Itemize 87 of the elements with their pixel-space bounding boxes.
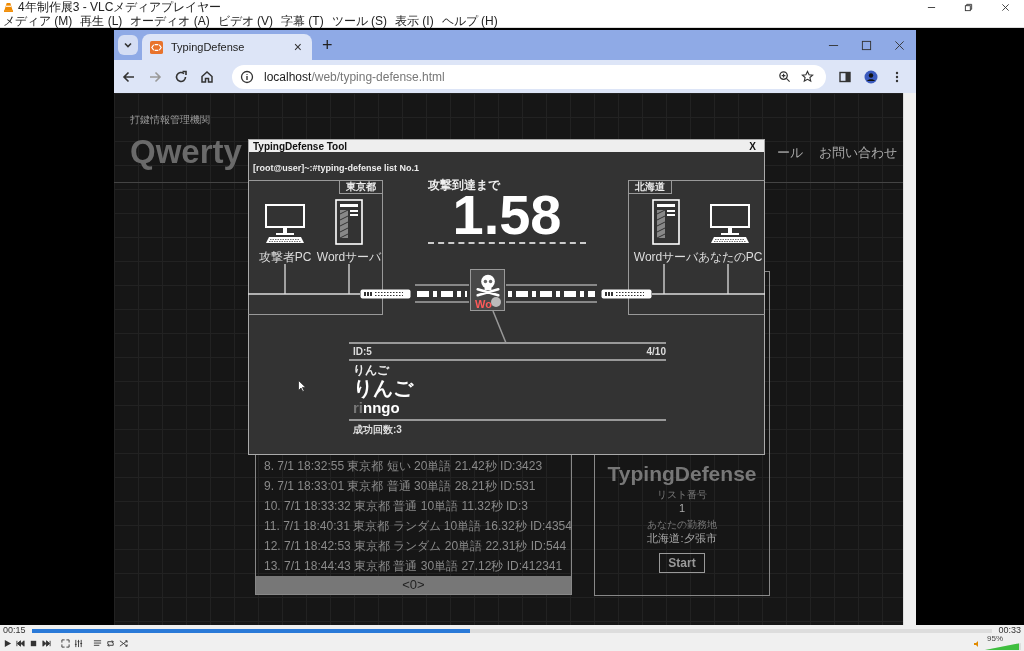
menu-item[interactable]: 表示 (I) <box>395 13 434 28</box>
profile-icon[interactable] <box>864 69 878 84</box>
server-icon <box>335 199 363 245</box>
question-counter: 4/10 <box>646 346 666 357</box>
site-name: 東京都 <box>339 181 382 194</box>
previous-icon[interactable] <box>16 639 25 648</box>
elapsed-time: 00:15 <box>3 625 26 636</box>
playlist-icon[interactable] <box>93 639 102 648</box>
favicon-icon <box>150 40 163 54</box>
word-id: ID:5 <box>353 346 372 357</box>
shuffle-icon[interactable] <box>119 639 128 648</box>
device-label: あなたのPC <box>697 249 763 266</box>
menu-item[interactable]: ビデオ (V) <box>217 13 273 28</box>
switch-icon <box>601 289 652 299</box>
new-tab-button[interactable]: + <box>322 35 333 55</box>
switch-icon <box>360 289 411 299</box>
organization-name: 打鍵情報管理機関 <box>130 113 211 127</box>
total-time: 00:33 <box>998 625 1021 636</box>
reload-icon[interactable] <box>174 69 188 84</box>
target-word: りんご <box>353 377 415 399</box>
mouse-cursor-icon <box>298 380 306 392</box>
close-icon[interactable] <box>894 40 905 51</box>
device-label: Wordサーバ <box>316 249 382 266</box>
site-name: 北海道 <box>629 181 672 194</box>
device-label: 攻撃者PC <box>258 249 312 266</box>
tab-list-button[interactable] <box>118 35 138 55</box>
menu-item[interactable]: ツール (S) <box>331 13 387 28</box>
chevron-down-icon <box>123 40 133 50</box>
url-text: localhost/web/typing-defense.html <box>264 69 445 84</box>
tab-close-button[interactable]: × <box>293 39 302 55</box>
zoom-icon[interactable] <box>778 70 791 83</box>
info-icon[interactable] <box>240 69 254 84</box>
server-icon <box>652 199 680 245</box>
back-icon[interactable] <box>122 69 136 84</box>
list-number: 1 <box>678 502 686 515</box>
skull-crossbones-icon <box>474 273 501 297</box>
loop-icon[interactable] <box>106 639 115 648</box>
close-icon[interactable] <box>1001 2 1010 12</box>
location-value: 北海道:夕張市 <box>647 532 717 545</box>
window-title: 4年制作展3 - VLCメディアプレイヤー <box>18 0 222 14</box>
history-entry: 8. 7/1 18:32:55 東京都 短い 20単語 21.42秒 ID:3423 <box>264 460 544 473</box>
nav-link[interactable]: お問い合わせ <box>819 144 897 182</box>
history-entry: 10. 7/1 18:33:32 東京都 普通 10単語 11.32秒 ID:3 <box>264 500 529 513</box>
menu-item[interactable]: オーディオ (A) <box>130 13 210 28</box>
reading-text: りんご <box>353 364 391 377</box>
equalizer-icon[interactable] <box>74 639 83 648</box>
fullscreen-icon[interactable] <box>61 639 70 648</box>
location-label: あなたの勤務地 <box>647 519 717 531</box>
romaji-text: rinngo <box>353 399 401 417</box>
history-entry: 13. 7/1 18:44:43 東京都 普通 30単語 27.12秒 ID:412341 <box>264 560 564 573</box>
next-icon[interactable] <box>42 639 51 648</box>
computer-icon <box>264 203 306 245</box>
browser-tab[interactable]: TypingDefense × <box>142 34 312 60</box>
play-icon[interactable] <box>3 639 12 648</box>
seek-bar[interactable] <box>31 628 993 633</box>
history-entry: 12. 7/1 18:42:53 東京都 ランダム 20単語 22.31秒 ID:544 <box>264 540 568 553</box>
restore-icon[interactable] <box>964 2 973 12</box>
pointer-dot-icon <box>491 297 501 307</box>
game-title: TypingDefense <box>607 462 757 486</box>
volume-reading: 95% <box>987 634 1003 643</box>
maximize-icon[interactable] <box>861 40 872 51</box>
virus-label: Wo <box>475 299 492 309</box>
history-entry: 9. 7/1 18:33:01 東京都 普通 30単語 28.21秒 ID:531 <box>264 480 537 493</box>
scrollbar[interactable] <box>903 93 916 625</box>
menu-item[interactable]: ヘルプ (H) <box>441 13 498 28</box>
dialog-title: TypingDefense Tool <box>253 140 348 152</box>
close-button[interactable]: X <box>749 140 756 152</box>
countdown-timer: 1.58 <box>428 190 586 244</box>
success-count: 成功回数:3 <box>352 423 403 437</box>
menu-item[interactable]: メディア (M) <box>3 13 73 28</box>
nav-link[interactable]: ール <box>777 144 803 182</box>
history-entry: 11. 7/1 18:40:31 東京都 ランダム 10単語 16.32秒 ID:4354 <box>264 520 571 533</box>
device-label: Wordサーバ <box>633 249 699 266</box>
stop-icon[interactable] <box>29 639 38 648</box>
list-label: リスト番号 <box>657 489 707 501</box>
tab-title: TypingDefense <box>171 41 245 53</box>
network-cable-drawing <box>414 284 470 303</box>
command-prompt: [root@user]~:#typing-defense list No.1 <box>253 163 420 173</box>
home-icon[interactable] <box>200 69 214 84</box>
start-button[interactable]: Start <box>659 553 705 573</box>
star-icon[interactable] <box>801 70 814 83</box>
address-bar[interactable]: localhost/web/typing-defense.html <box>232 64 826 89</box>
pager-bar[interactable]: <0> <box>256 576 571 594</box>
menu-item[interactable]: 字幕 (T) <box>281 13 324 28</box>
computer-icon <box>709 203 751 245</box>
side-panel-icon[interactable] <box>838 69 852 84</box>
menu-item[interactable]: 再生 (L) <box>80 13 123 28</box>
